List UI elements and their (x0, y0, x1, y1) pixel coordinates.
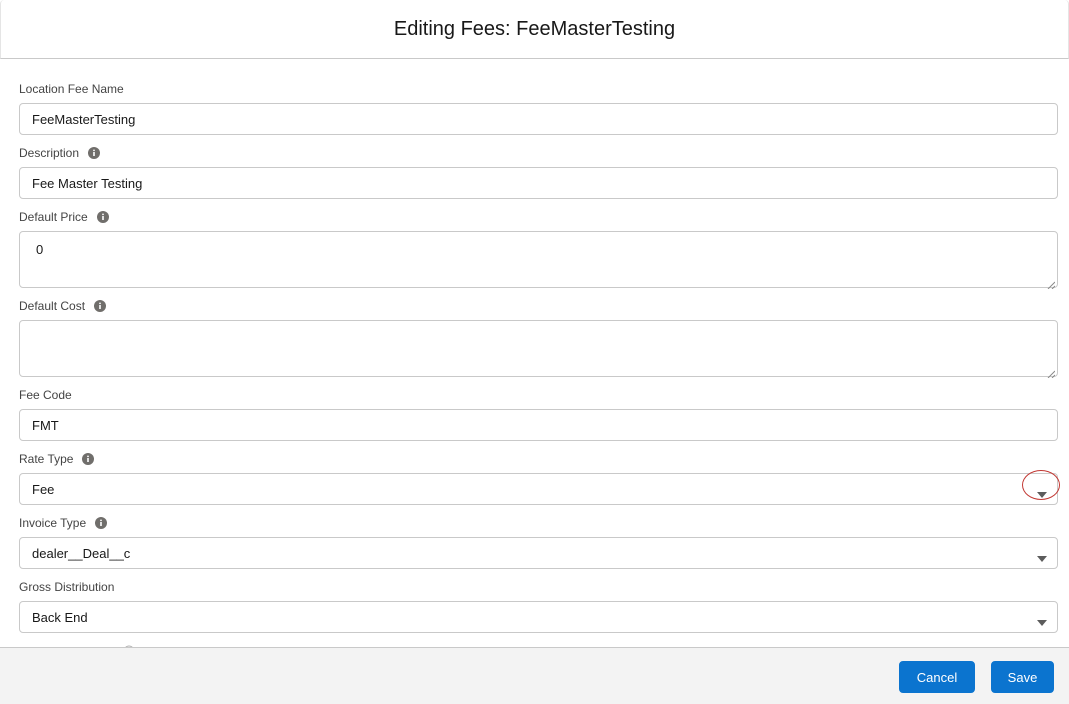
info-icon[interactable] (88, 147, 101, 159)
field-rate-type: Rate Type Fee (19, 451, 1058, 505)
field-location-fee-name: Location Fee Name FeeMasterTesting (19, 81, 1058, 135)
select-value: Back End (32, 609, 88, 625)
label-description: Description (19, 145, 1058, 161)
modal-body[interactable]: Location Fee Name FeeMasterTesting Descr… (0, 59, 1069, 647)
rate-type-select[interactable]: Fee (19, 473, 1058, 505)
gross-distribution-select[interactable]: Back End (19, 601, 1058, 633)
field-gross-distribution: Gross Distribution Back End (19, 579, 1058, 633)
field-invoice-type: Invoice Type dealer__Deal__c (19, 515, 1058, 569)
input-value: FMT (32, 417, 59, 433)
resize-grip-icon[interactable] (1047, 366, 1056, 379)
label-fee-code: Fee Code (19, 387, 1058, 403)
chevron-down-icon[interactable] (1037, 550, 1047, 562)
info-icon[interactable] (96, 211, 109, 223)
field-default-price: Default Price 0 (19, 209, 1058, 290)
field-fee-code: Fee Code FMT (19, 387, 1058, 441)
label-gross-distribution: Gross Distribution (19, 579, 1058, 595)
label-text: Invoice Type (19, 516, 87, 530)
field-default-cost: Default Cost (19, 298, 1058, 379)
input-value: 0 (36, 242, 44, 257)
info-icon[interactable] (94, 300, 107, 312)
save-button[interactable]: Save (991, 661, 1054, 693)
label-default-cost: Default Cost (19, 298, 1058, 314)
info-icon[interactable] (82, 453, 95, 465)
modal-title: Editing Fees: FeeMasterTesting (393, 17, 676, 40)
label-text: Description (19, 146, 80, 160)
location-fee-name-input[interactable]: FeeMasterTesting (19, 103, 1058, 135)
info-icon[interactable] (95, 517, 108, 529)
label-text: Rate Type (19, 452, 74, 466)
input-value: Fee Master Testing (32, 175, 143, 191)
highlight-ring (1022, 470, 1060, 500)
select-value: Fee (32, 481, 55, 497)
label-text: Default Cost (19, 299, 86, 313)
modal-footer: Cancel Save (0, 647, 1069, 704)
label-text: Fee Code (19, 388, 72, 402)
label-text: Default Price (19, 210, 88, 224)
label-text: Location Fee Name (19, 82, 124, 96)
label-rate-type: Rate Type (19, 451, 1058, 467)
field-description: Description Fee Master Testing (19, 145, 1058, 199)
label-text: Gross Distribution (19, 580, 115, 594)
invoice-type-select[interactable]: dealer__Deal__c (19, 537, 1058, 569)
default-cost-textarea[interactable] (19, 320, 1058, 379)
input-value: FeeMasterTesting (32, 111, 136, 127)
resize-grip-icon[interactable] (1047, 277, 1056, 290)
default-price-textarea[interactable]: 0 (19, 231, 1058, 290)
select-value: dealer__Deal__c (32, 545, 131, 561)
fee-code-input[interactable]: FMT (19, 409, 1058, 441)
label-location-fee-name: Location Fee Name (19, 81, 1058, 97)
description-input[interactable]: Fee Master Testing (19, 167, 1058, 199)
modal-header: Editing Fees: FeeMasterTesting (0, 0, 1069, 59)
label-invoice-type: Invoice Type (19, 515, 1058, 531)
label-default-price: Default Price (19, 209, 1058, 225)
chevron-down-icon[interactable] (1037, 614, 1047, 626)
cancel-button[interactable]: Cancel (899, 661, 975, 693)
